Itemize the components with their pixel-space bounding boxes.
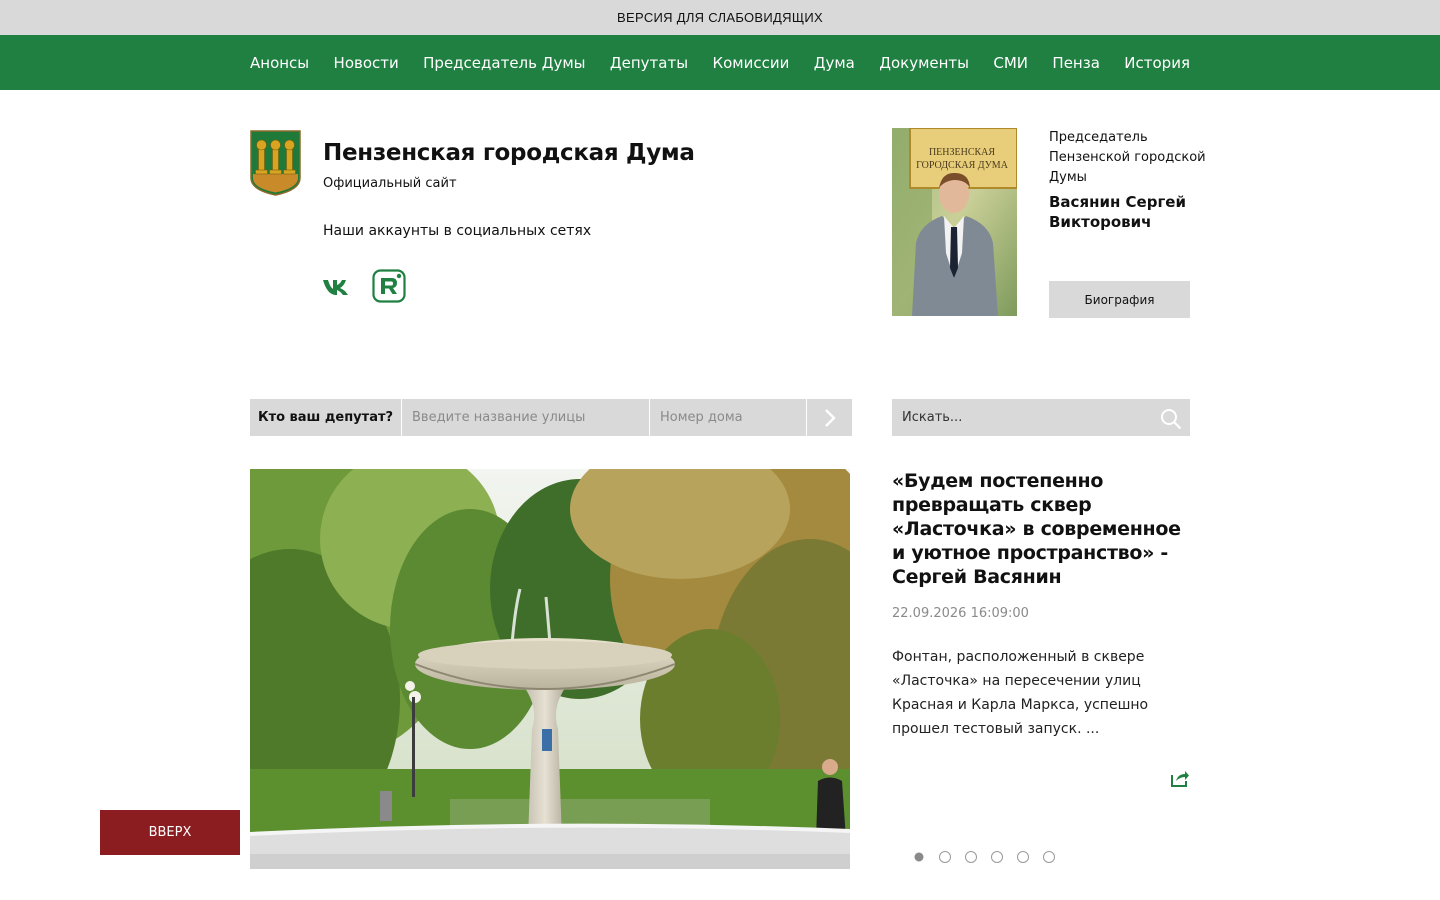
site-subtitle: Официальный сайт [323, 176, 457, 191]
slider-dot-6[interactable] [1043, 851, 1055, 863]
slider-dot-2[interactable] [939, 851, 951, 863]
deputy-search-form: Кто ваш депутат? [250, 399, 852, 436]
nav-item-deputies[interactable]: Депутаты [610, 54, 688, 72]
slider-dot-3[interactable] [965, 851, 977, 863]
city-emblem-logo[interactable] [250, 130, 301, 196]
nav-item-chairman[interactable]: Председатель Думы [423, 54, 585, 72]
slider-dot-5[interactable] [1017, 851, 1029, 863]
biography-button[interactable]: Биография [1049, 281, 1190, 318]
accessibility-version-link[interactable]: ВЕРСИЯ ДЛЯ СЛАБОВИДЯЩИХ [617, 10, 823, 25]
rutube-icon[interactable] [372, 269, 406, 303]
chevron-right-icon [824, 408, 836, 427]
chairman-role: Председатель Пензенской городской Думы [1049, 130, 1206, 185]
scroll-to-top-button[interactable]: ВВЕРХ [100, 810, 240, 855]
slider-dot-1[interactable] [914, 852, 924, 862]
slider-dot-4[interactable] [991, 851, 1003, 863]
site-search [892, 399, 1190, 436]
main-nav: Анонсы Новости Председатель Думы Депутат… [0, 35, 1440, 90]
accessibility-bar: ВЕРСИЯ ДЛЯ СЛАБОВИДЯЩИХ [0, 0, 1440, 35]
news-title[interactable]: «Будем постепенно превращать сквер «Ласт… [892, 469, 1190, 589]
vk-icon[interactable] [322, 278, 352, 296]
site-title: Пензенская городская Дума [323, 140, 695, 166]
news-date: 22.09.2026 16:09:00 [892, 606, 1029, 621]
nav-item-media[interactable]: СМИ [993, 54, 1028, 72]
chairman-name[interactable]: Васянин Сергей Викторович [1049, 192, 1199, 232]
news-photo[interactable] [250, 469, 850, 869]
share-icon[interactable] [1170, 768, 1190, 788]
nav-item-announcements[interactable]: Анонсы [250, 54, 309, 72]
photo-sign-line-1: ПЕНЗЕНСКАЯ [929, 147, 995, 158]
news-excerpt: Фонтан, расположенный в сквере «Ласточка… [892, 649, 1149, 737]
photo-sign-line-2: ГОРОДСКАЯ ДУМА [916, 160, 1009, 171]
nav-item-news[interactable]: Новости [334, 54, 399, 72]
social-accounts-label: Наши аккаунты в социальных сетях [323, 223, 592, 239]
slider-pagination [913, 851, 1055, 863]
deputy-search-submit-button[interactable] [807, 399, 852, 436]
nav-item-documents[interactable]: Документы [879, 54, 969, 72]
nav-item-penza[interactable]: Пенза [1052, 54, 1099, 72]
deputy-search-label: Кто ваш депутат? [250, 399, 402, 436]
street-input[interactable] [402, 399, 650, 436]
house-number-input[interactable] [650, 399, 807, 436]
nav-item-duma[interactable]: Дума [814, 54, 855, 72]
search-input[interactable] [892, 399, 1152, 436]
search-icon[interactable] [1160, 408, 1182, 430]
nav-item-history[interactable]: История [1124, 54, 1190, 72]
chairman-photo[interactable]: ПЕНЗЕНСКАЯ ГОРОДСКАЯ ДУМА [892, 128, 1017, 316]
nav-item-commissions[interactable]: Комиссии [712, 54, 789, 72]
